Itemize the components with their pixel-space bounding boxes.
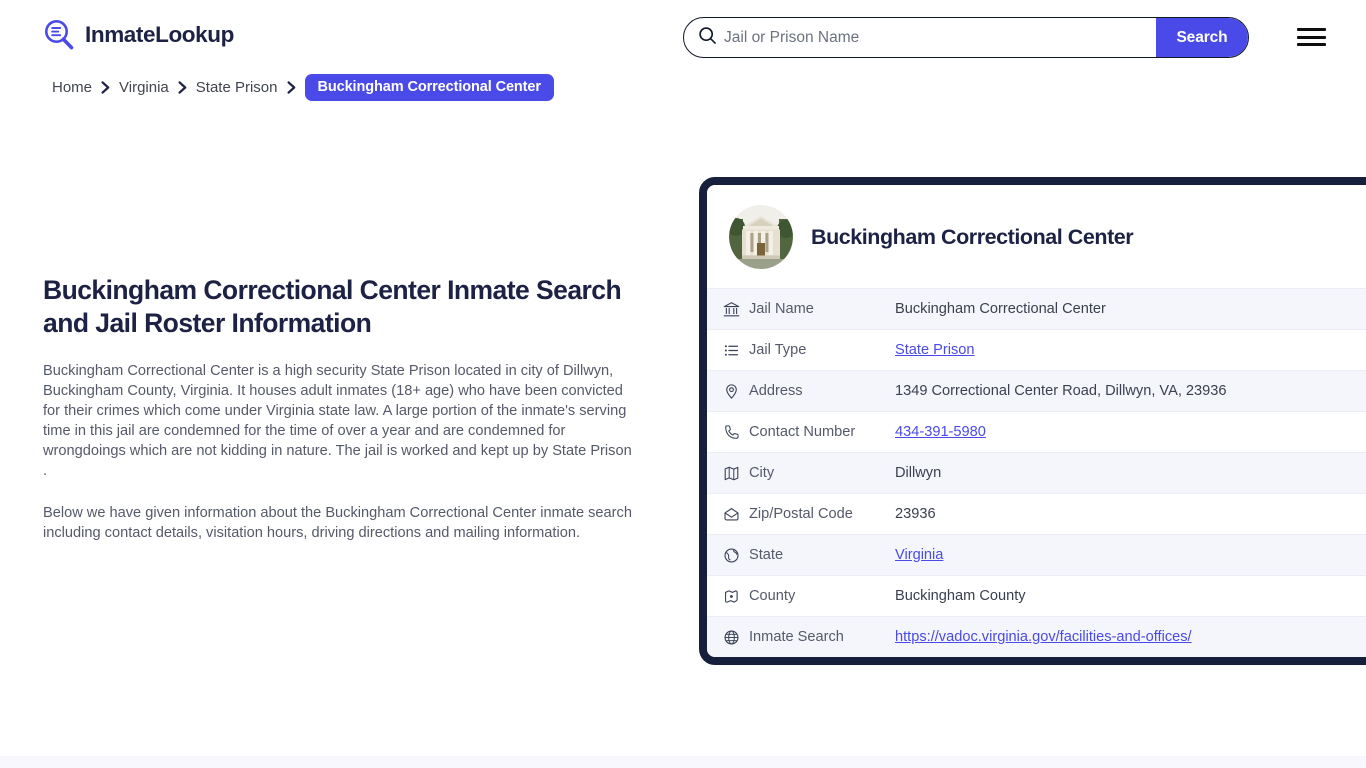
row-label: Zip/Postal Code: [749, 506, 895, 522]
intro-paragraph: Buckingham Correctional Center is a high…: [43, 361, 637, 481]
row-label: Jail Type: [749, 342, 895, 358]
table-row: County Buckingham County: [707, 575, 1366, 616]
table-row: Zip/Postal Code 23936: [707, 493, 1366, 534]
row-value: State Prison: [895, 342, 1366, 358]
row-label: County: [749, 588, 895, 604]
table-row: Jail Name Buckingham Correctional Center: [707, 288, 1366, 329]
list-icon: [723, 342, 749, 359]
jail-type-link[interactable]: State Prison: [895, 342, 975, 358]
logo-text: InmateLookup: [85, 22, 234, 48]
table-row: Jail Type State Prison: [707, 329, 1366, 370]
row-value: Buckingham Correctional Center: [895, 301, 1366, 317]
chevron-right-icon: [178, 81, 187, 94]
envelope-open-icon: [723, 506, 749, 523]
secondary-paragraph: Below we have given information about th…: [43, 503, 637, 543]
page-root: InmateLookup Search Home Virginia: [0, 0, 1366, 768]
site-header: InmateLookup Search: [0, 0, 1366, 74]
search-input[interactable]: [724, 18, 1156, 57]
row-label: Address: [749, 383, 895, 399]
bank-building-icon: [723, 301, 749, 318]
row-label: State: [749, 547, 895, 563]
breadcrumb-item-state-prison[interactable]: State Prison: [196, 79, 278, 96]
magnifier-list-icon: [42, 18, 76, 52]
inmate-search-link[interactable]: https://vadoc.virginia.gov/facilities-an…: [895, 629, 1192, 645]
page-title: Buckingham Correctional Center Inmate Se…: [43, 274, 623, 340]
card-header: Buckingham Correctional Center: [707, 185, 1366, 288]
phone-icon: [723, 424, 749, 441]
row-value: Virginia: [895, 547, 1366, 563]
article-column: Buckingham Correctional Center Inmate Se…: [43, 274, 643, 543]
breadcrumb-item-virginia[interactable]: Virginia: [119, 79, 169, 96]
facility-building-photo: [729, 205, 793, 269]
map-pin-icon: [723, 383, 749, 400]
row-label: City: [749, 465, 895, 481]
table-row: Contact Number 434-391-5980: [707, 411, 1366, 452]
chevron-right-icon: [101, 81, 110, 94]
breadcrumb-current: Buckingham Correctional Center: [305, 74, 554, 101]
hamburger-bar: [1297, 36, 1326, 39]
card-title: Buckingham Correctional Center: [811, 225, 1133, 250]
hamburger-menu-icon[interactable]: [1297, 26, 1327, 48]
search-button[interactable]: Search: [1156, 18, 1248, 57]
table-row: State Virginia: [707, 534, 1366, 575]
breadcrumb-item-home[interactable]: Home: [52, 79, 92, 96]
row-value: 23936: [895, 506, 1366, 522]
chevron-right-icon: [287, 81, 296, 94]
table-row: City Dillwyn: [707, 452, 1366, 493]
table-row: Address 1349 Correctional Center Road, D…: [707, 370, 1366, 411]
row-value: 1349 Correctional Center Road, Dillwyn, …: [895, 383, 1366, 399]
row-value: Dillwyn: [895, 465, 1366, 481]
row-label: Jail Name: [749, 301, 895, 317]
search-icon: [698, 26, 717, 50]
facility-info-card: Buckingham Correctional Center Jail Name: [699, 177, 1366, 665]
globe-grid-icon: [723, 629, 749, 646]
row-label: Inmate Search: [749, 629, 895, 645]
page-bottom-band: [0, 756, 1366, 768]
state-link[interactable]: Virginia: [895, 547, 943, 563]
row-label: Contact Number: [749, 424, 895, 440]
hamburger-bar: [1297, 43, 1326, 46]
search-bar[interactable]: Search: [683, 17, 1249, 58]
facility-details-table: Jail Name Buckingham Correctional Center…: [707, 288, 1366, 657]
row-value: Buckingham County: [895, 588, 1366, 604]
region-marker-icon: [723, 588, 749, 605]
row-value: https://vadoc.virginia.gov/facilities-an…: [895, 629, 1366, 645]
row-value: 434-391-5980: [895, 424, 1366, 440]
globe-icon: [723, 547, 749, 564]
table-row: Inmate Search https://vadoc.virginia.gov…: [707, 616, 1366, 657]
map-icon: [723, 465, 749, 482]
hamburger-bar: [1297, 28, 1326, 31]
site-logo[interactable]: InmateLookup: [42, 18, 234, 52]
breadcrumb: Home Virginia State Prison Buckingham Co…: [52, 76, 554, 98]
contact-number-link[interactable]: 434-391-5980: [895, 424, 986, 440]
